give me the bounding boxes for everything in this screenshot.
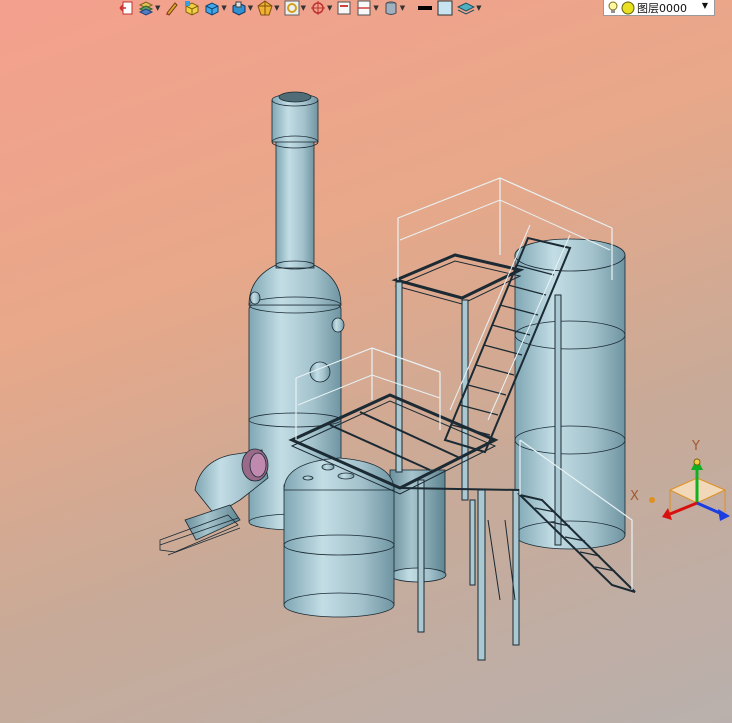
storage-tank-front[interactable]	[283, 457, 395, 618]
y-axis-label: Y	[691, 439, 700, 454]
x-axis-label: X	[630, 489, 639, 504]
axis-triad: Y X	[630, 439, 730, 521]
3d-viewport[interactable]: Y X	[0, 0, 732, 723]
